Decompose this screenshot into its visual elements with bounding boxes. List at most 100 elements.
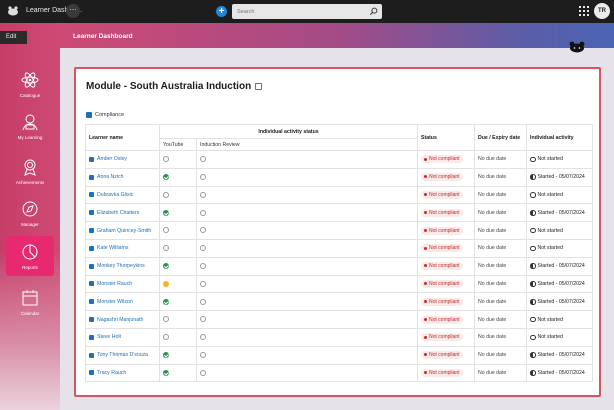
learner-link[interactable]: Monster Wilson <box>89 299 156 305</box>
learner-name[interactable]: Steve Holt <box>97 334 121 340</box>
search-input[interactable] <box>232 4 362 19</box>
started-icon <box>530 174 536 180</box>
search-box <box>232 4 382 19</box>
table-row: Kate Williams Not compliant No due date Not… <box>85 238 593 258</box>
status-badge: Not compliant <box>421 155 463 164</box>
header-status[interactable]: Status <box>417 124 475 151</box>
learner-name[interactable]: Nagashri Manjunath <box>97 317 143 323</box>
status-badge: Not compliant <box>421 351 463 360</box>
youtube-status-cell <box>159 185 197 205</box>
individual-activity-text: Not started <box>537 245 563 252</box>
learner-icon <box>89 156 94 162</box>
learner-link[interactable]: Elizabeth Chatters <box>89 210 156 216</box>
table-row: Amber Oxley Not compliant No due date Not s… <box>85 150 593 169</box>
due-date: No due date <box>474 203 527 223</box>
learner-name[interactable]: Monkey Thorpeykins <box>97 263 145 269</box>
not-started-icon <box>530 316 536 323</box>
due-date: No due date <box>474 238 527 258</box>
learner-icon <box>89 299 94 305</box>
completed-icon <box>163 351 169 358</box>
status-cell: Not compliant <box>417 256 475 276</box>
youtube-status-cell <box>159 363 197 383</box>
sidebar-item-manager[interactable]: Manager <box>6 193 54 233</box>
status-dot-icon <box>424 175 427 179</box>
search-icon[interactable] <box>369 7 378 16</box>
compass-icon <box>22 201 38 217</box>
sidebar-item-my-learning[interactable]: My Learning <box>6 106 54 146</box>
status-cell: Not compliant <box>417 150 475 169</box>
learner-link[interactable]: Steve Holt <box>89 334 156 340</box>
status-dot-icon <box>424 210 427 214</box>
sidebar-item-label: Manager <box>21 222 39 227</box>
logo-icon[interactable] <box>6 5 20 17</box>
not-started-icon <box>200 174 206 180</box>
learner-link[interactable]: Monster Rauch <box>89 281 156 287</box>
status-cell: Not compliant <box>417 167 475 187</box>
learner-link[interactable]: Kate Williams <box>89 245 156 251</box>
sidebar-item-label: Achievements <box>15 180 45 185</box>
learner-name[interactable]: Monster Rauch <box>97 281 132 287</box>
individual-activity-cell: Started - 05/07/2024 <box>526 167 593 187</box>
induction-status-cell <box>196 221 418 240</box>
not-started-icon <box>200 245 206 252</box>
individual-activity-cell: Started - 05/07/2024 <box>526 203 593 223</box>
learner-link[interactable]: Nagashri Manjunath <box>89 317 156 323</box>
due-date: No due date <box>474 167 527 187</box>
learner-name[interactable]: Elizabeth Chatters <box>97 210 139 216</box>
learner-name[interactable]: Monster Wilson <box>97 299 133 305</box>
edit-button[interactable]: Edit <box>0 31 27 44</box>
started-icon <box>530 263 536 269</box>
status-badge: Not compliant <box>421 279 463 288</box>
learner-link[interactable]: Tony Thomas D'souza <box>89 352 156 358</box>
avatar[interactable]: TR <box>594 3 610 19</box>
learner-name[interactable]: Dubravka Glisic <box>97 192 133 198</box>
top-bar: Learner Dashbo... ⋯ + TR <box>0 0 614 23</box>
sidebar-item-reports[interactable]: Reports <box>6 236 54 276</box>
status-cell: Not compliant <box>417 238 475 258</box>
learner-name[interactable]: Kate Williams <box>97 245 128 251</box>
learner-link[interactable]: Amber Oxley <box>89 156 156 162</box>
learner-link[interactable]: Monkey Thorpeykins <box>89 263 156 269</box>
not-started-icon <box>530 227 536 234</box>
learner-cell: Kate Williams <box>85 238 160 258</box>
atom-icon <box>21 72 39 88</box>
learner-name[interactable]: Graham Quincey-Smith <box>97 228 151 234</box>
status-dot-icon <box>424 353 427 357</box>
status-dot-icon <box>424 371 427 375</box>
status-dot-icon <box>424 193 427 197</box>
apps-grid-icon[interactable] <box>579 6 589 16</box>
table-body: Amber Oxley Not compliant No due date Not s… <box>85 150 593 383</box>
learner-name[interactable]: Tracy Rauch <box>97 370 126 376</box>
sidebar-item-catalogue[interactable]: Catalogue <box>6 64 54 104</box>
learner-link[interactable]: Tracy Rauch <box>89 370 156 376</box>
learner-icon <box>89 263 94 269</box>
completed-icon <box>163 298 169 305</box>
compliance-filter[interactable]: Compliance <box>86 112 124 118</box>
status-text: Not compliant <box>429 156 460 163</box>
header-individual-activity[interactable]: Individual activity <box>526 124 593 151</box>
compliance-label: Compliance <box>95 112 125 118</box>
learner-name[interactable]: Anna Nzich <box>97 174 124 180</box>
youtube-status-cell <box>159 256 197 276</box>
add-button[interactable]: + <box>216 6 227 17</box>
learner-link[interactable]: Graham Quincey-Smith <box>89 228 156 234</box>
due-date: No due date <box>474 292 527 312</box>
learner-cell: Elizabeth Chatters <box>85 203 160 223</box>
status-text: Not compliant <box>429 245 460 252</box>
status-badge: Not compliant <box>421 173 463 182</box>
learner-name[interactable]: Amber Oxley <box>97 156 127 162</box>
status-badge: Not compliant <box>421 297 463 306</box>
sidebar-item-achievements[interactable]: Achievements <box>6 151 54 191</box>
info-icon[interactable] <box>255 82 263 90</box>
completed-icon <box>163 369 169 376</box>
app-menu-button[interactable]: ⋯ <box>66 4 80 18</box>
header-due-date[interactable]: Due / Expiry date <box>474 124 527 151</box>
due-date: No due date <box>474 185 527 205</box>
not-started-icon <box>163 227 169 234</box>
individual-activity-cell: Started - 05/07/2024 <box>526 256 593 276</box>
header-learner-name[interactable]: Learner name <box>85 124 160 151</box>
learner-link[interactable]: Dubravka Glisic <box>89 192 156 198</box>
sidebar-item-calendar[interactable]: Calendar <box>6 282 54 322</box>
learner-link[interactable]: Anna Nzich <box>89 174 156 180</box>
learner-name[interactable]: Tony Thomas D'souza <box>97 352 148 358</box>
